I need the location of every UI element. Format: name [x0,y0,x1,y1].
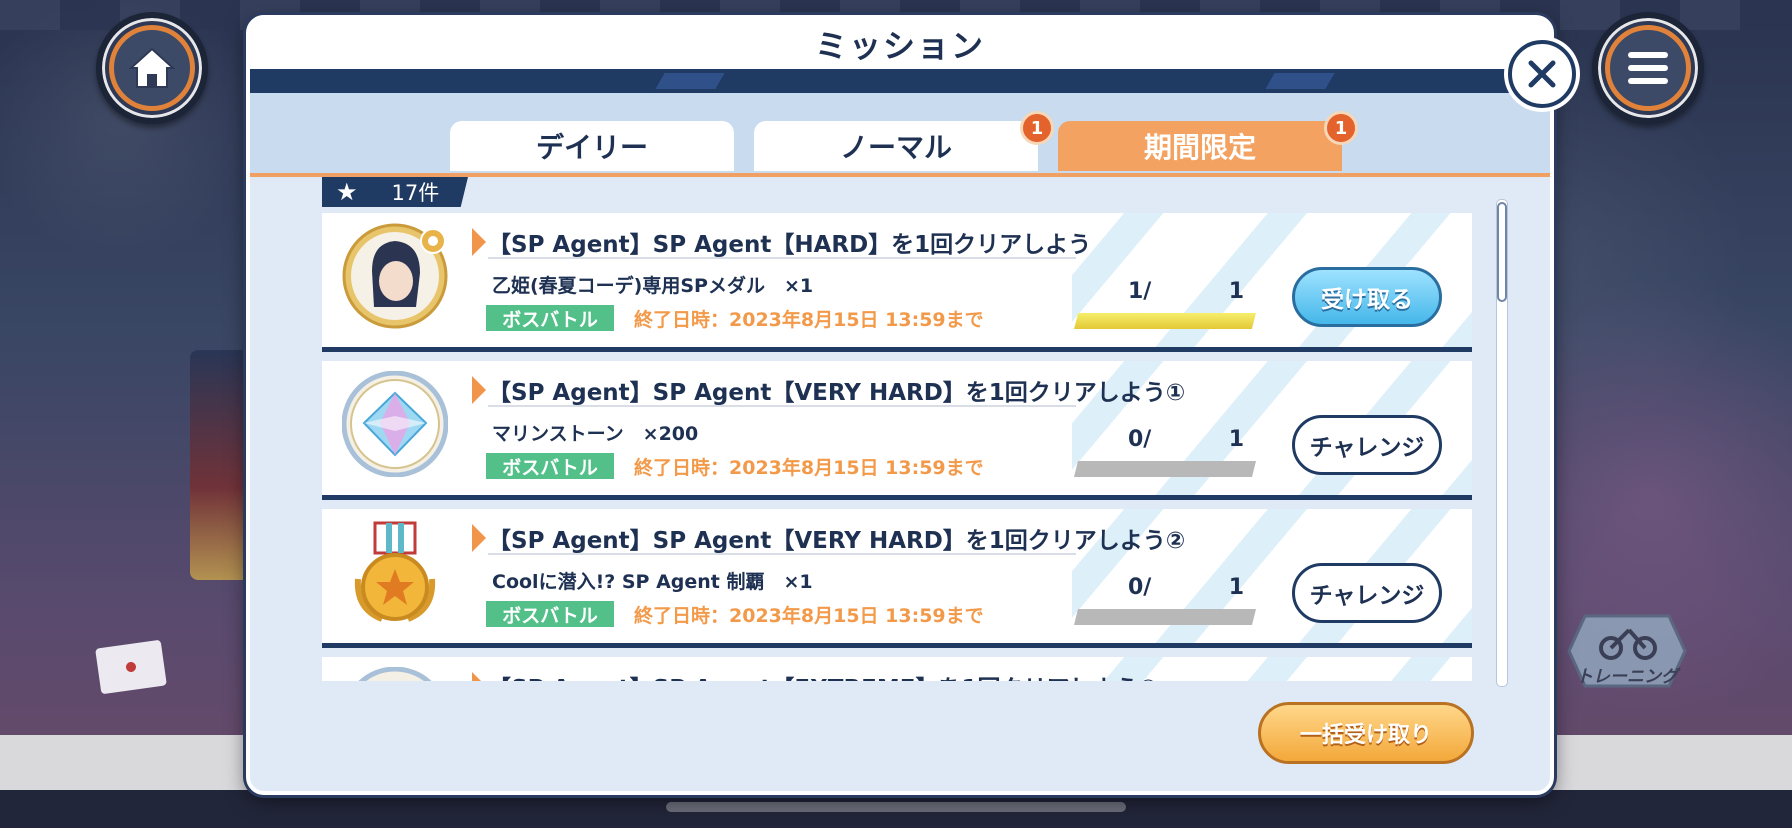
bulk-claim-button[interactable]: 一括受け取り [1258,702,1474,764]
scrollbar[interactable] [1496,199,1508,687]
title-arrow-icon [472,524,486,552]
mission-deadline: 終了日時：2023年8月15日 13:59まで [634,309,984,331]
tab-label: ノーマル [839,131,952,164]
divider [488,553,1076,555]
category-tag: ボスバトル [486,453,614,479]
mission-title: 【SP Agent】SP Agent【EXTREME】を1回クリアしよう① [488,669,1158,681]
tab-label: 期間限定 [1143,131,1256,164]
scroll-thumb[interactable] [1497,202,1507,302]
progress-max: 1 [1228,279,1244,304]
progress-max: 1 [1228,427,1244,452]
hamburger-menu-icon [1628,52,1668,84]
mission-title: 【SP Agent】SP Agent【HARD】を1回クリアしよう [488,232,1092,258]
mission-reward: Coolに潜入!? SP Agent 制覇 ×1 [492,571,813,593]
mission-title: 【SP Agent】SP Agent【VERY HARD】を1回クリアしよう② [488,528,1186,554]
mission-row: 【SP Agent】SP Agent【HARD】を1回クリアしよう 乙姫(春夏コ… [322,213,1472,352]
mission-deadline: 終了日時：2023年8月15日 13:59まで [634,605,984,627]
mission-deadline: 終了日時：2023年8月15日 13:59まで [634,457,984,479]
menu-button[interactable] [1592,12,1704,124]
header-stripe [250,69,1550,93]
mission-list[interactable]: 【SP Agent】SP Agent【HARD】を1回クリアしよう 乙姫(春夏コ… [322,213,1474,681]
mission-row: 【SP Agent】SP Agent【EXTREME】を1回クリアしよう① [322,657,1472,681]
challenge-button[interactable]: チャレンジ [1292,563,1442,623]
marine-stone-icon [341,370,449,478]
progress-current: 1/ [1128,279,1152,304]
close-button[interactable] [1508,40,1576,108]
category-tag: ボスバトル [486,305,614,331]
progress-bar [1074,461,1256,477]
divider [488,405,1076,407]
tab-bar: デイリー ノーマル 1 期間限定 1 [250,93,1550,177]
mission-row: 【SP Agent】SP Agent【VERY HARD】を1回クリアしよう① … [322,361,1472,500]
mail-icon [95,639,167,695]
progress-bar [1074,609,1256,625]
home-button[interactable] [96,12,208,124]
challenge-button[interactable]: チャレンジ [1292,415,1442,475]
tab-daily[interactable]: デイリー [450,121,734,171]
character-medal-icon [342,223,448,329]
training-button: トレーニング [1565,606,1689,696]
notification-badge: 1 [1324,111,1358,145]
title-arrow-icon [472,376,486,404]
close-icon [1528,60,1556,88]
mission-count: 17件 [391,181,440,205]
claim-button[interactable]: 受け取る [1292,267,1442,327]
tab-label: デイリー [535,131,648,164]
dialog-title: ミッション [814,27,985,65]
stripe-highlight [655,73,725,89]
star-icon: ★ [336,178,358,206]
mission-dialog: ミッション デイリー ノーマル 1 期間限定 1 ★ 17件 【SP Agent… [246,15,1554,795]
mission-row: 【SP Agent】SP Agent【VERY HARD】を1回クリアしよう② … [322,509,1472,648]
mission-reward: 乙姫(春夏コーデ)専用SPメダル ×1 [492,275,814,297]
mission-reward: マリンストーン ×200 [492,423,699,445]
stripe-highlight [1265,73,1335,89]
mission-count-tag: ★ 17件 [322,177,468,207]
progress-current: 0/ [1128,427,1152,452]
gold-medal-icon [342,519,448,625]
tab-normal[interactable]: ノーマル 1 [754,111,1054,171]
marine-stone-icon [342,666,448,681]
notification-badge: 1 [1020,111,1054,145]
home-icon [128,47,176,88]
category-tag: ボスバトル [486,601,614,627]
progress-bar [1074,313,1256,329]
title-arrow-icon [472,228,486,256]
progress-fill [1074,313,1256,329]
divider [488,257,1076,259]
dialog-header: ミッション [250,19,1550,69]
progress-max: 1 [1228,575,1244,600]
training-label: トレーニング [1576,667,1678,687]
progress-current: 0/ [1128,575,1152,600]
title-arrow-icon [472,672,486,681]
tab-limited-time[interactable]: 期間限定 1 [1058,111,1358,171]
mission-title: 【SP Agent】SP Agent【VERY HARD】を1回クリアしよう① [488,380,1186,406]
home-indicator[interactable] [666,802,1126,812]
